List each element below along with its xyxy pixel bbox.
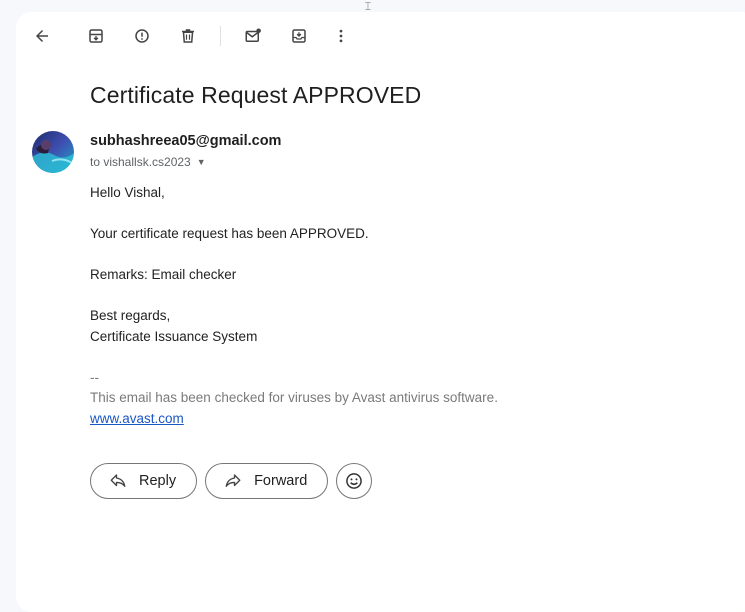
reply-button[interactable]: Reply [90, 463, 198, 499]
toolbar-divider [220, 26, 221, 46]
message-toolbar [28, 22, 355, 50]
back-arrow-icon[interactable] [28, 22, 56, 50]
report-spam-icon[interactable] [128, 22, 156, 50]
more-options-icon[interactable] [327, 22, 355, 50]
greeting-line: Hello Vishal, [90, 185, 165, 200]
signature-text: This email has been checked for viruses … [90, 390, 498, 405]
text-cursor-icon: ⌶ [364, 0, 372, 13]
email-body: Hello Vishal, Your certificate request h… [90, 183, 690, 429]
approval-line: Your certificate request has been APPROV… [90, 226, 369, 241]
recipient-line: to vishallsk.cs2023 ▼ [90, 155, 206, 169]
move-to-icon[interactable] [285, 22, 313, 50]
archive-icon[interactable] [82, 22, 110, 50]
mark-unread-icon[interactable] [239, 22, 267, 50]
sender-address: subhashreea05@gmail.com [90, 133, 282, 149]
closing-line: Best regards, [90, 308, 171, 323]
signoff-line: Certificate Issuance System [90, 328, 258, 344]
reply-actions: Reply Forward [90, 463, 373, 499]
forward-icon [225, 474, 241, 487]
emoji-icon [346, 473, 363, 489]
reply-icon [110, 474, 126, 487]
recipient-details-dropdown-icon[interactable]: ▼ [197, 157, 206, 167]
forward-label: Forward [254, 473, 308, 489]
forward-button[interactable]: Forward [205, 463, 329, 499]
remarks-line: Remarks: Email checker [90, 267, 237, 282]
delete-icon[interactable] [174, 22, 202, 50]
recipient-text: to vishallsk.cs2023 [90, 155, 191, 169]
add-reaction-button[interactable] [336, 463, 373, 499]
avast-link[interactable]: www.avast.com [90, 411, 184, 426]
email-subject: Certificate Request APPROVED [90, 82, 422, 108]
sender-avatar[interactable] [32, 131, 74, 173]
reply-label: Reply [139, 473, 177, 489]
signature-dashes: -- [90, 369, 99, 385]
antivirus-signature: -- This email has been checked for virus… [90, 368, 690, 430]
